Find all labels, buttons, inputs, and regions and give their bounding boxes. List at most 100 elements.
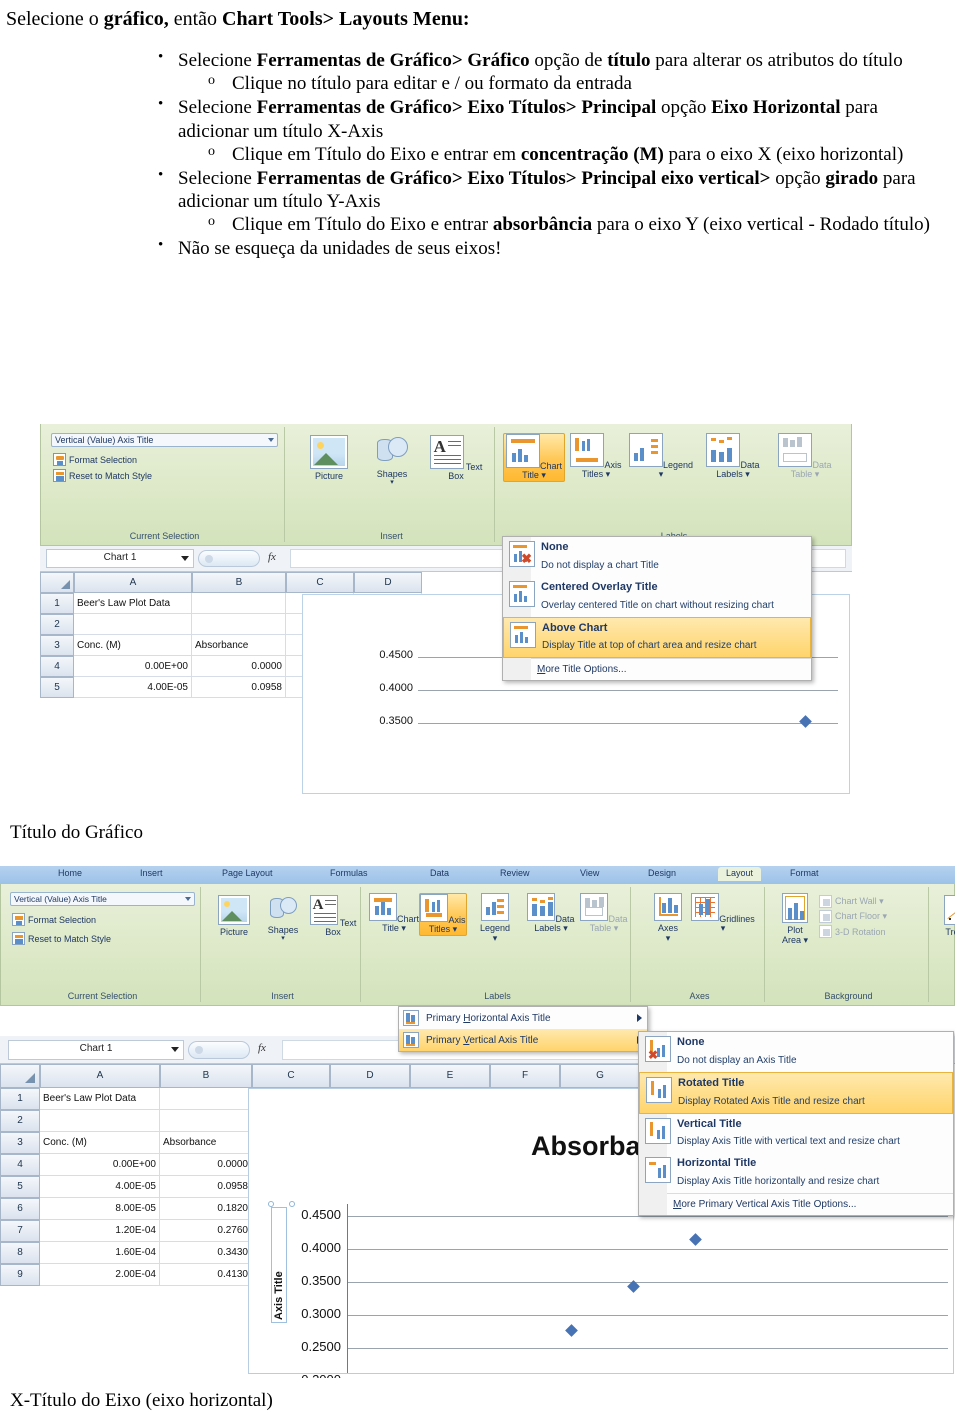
menu-item-vertical-title[interactable]: Vertical Title Display Axis Title with ve… bbox=[639, 1114, 953, 1154]
row-header-9[interactable]: 9 bbox=[0, 1264, 40, 1286]
column-header-c[interactable]: C bbox=[252, 1064, 330, 1088]
vertical-axis-title[interactable]: Axis Title bbox=[271, 1207, 287, 1323]
cell-B1[interactable] bbox=[160, 1088, 252, 1110]
ribbon-button-legend[interactable]: Legend ▾ bbox=[627, 433, 695, 480]
cell-A5[interactable]: 4.00E-05 bbox=[40, 1176, 160, 1198]
cell-A5[interactable]: 4.00E-05 bbox=[74, 677, 192, 698]
menu-item-rotated-title[interactable]: Rotated Title Display Rotated Axis Title … bbox=[639, 1071, 953, 1114]
menu-item-horizontal-title[interactable]: Horizontal Title Display Axis Title horiz… bbox=[639, 1153, 953, 1193]
cell-B5[interactable]: 0.0958 bbox=[192, 677, 286, 698]
resize-handle[interactable] bbox=[268, 1201, 274, 1207]
column-header-c[interactable]: C bbox=[286, 572, 354, 593]
row-header-1[interactable]: 1 bbox=[0, 1088, 40, 1110]
ribbon-button-gridlines[interactable]: Gridlines ▾ bbox=[691, 893, 755, 934]
row-header-7[interactable]: 7 bbox=[0, 1220, 40, 1242]
ribbon-button-axis-titles[interactable]: Axis Titles ▾ bbox=[565, 433, 627, 480]
row-header-4[interactable]: 4 bbox=[40, 656, 74, 677]
more-vertical-axis-title-options-item[interactable]: More Primary Vertical Axis Title Options… bbox=[639, 1194, 953, 1215]
menu-item-centered-overlay-title[interactable]: Centered Overlay Title Overlay centered T… bbox=[503, 577, 811, 617]
insert-picture-button-1[interactable]: Picture bbox=[297, 435, 361, 482]
insert-text-box-button-2[interactable]: A Text Box bbox=[309, 895, 357, 938]
select-all-corner-2[interactable] bbox=[0, 1064, 40, 1088]
select-all-corner-1[interactable] bbox=[40, 572, 74, 593]
more-title-options-item[interactable]: More Title Options... bbox=[503, 659, 811, 681]
name-box-1[interactable]: Chart 1 bbox=[46, 549, 194, 568]
cell-A3[interactable]: Conc. (M) bbox=[74, 635, 192, 656]
column-header-b[interactable]: B bbox=[192, 572, 286, 593]
reset-to-match-style-button-2[interactable]: Reset to Match Style bbox=[12, 932, 200, 945]
column-header-b[interactable]: B bbox=[160, 1064, 252, 1088]
ribbon-button-axes[interactable]: Axes ▾ bbox=[645, 893, 691, 943]
column-header-g[interactable]: G bbox=[560, 1064, 640, 1088]
ribbon-tab-insert[interactable]: Insert bbox=[140, 868, 163, 878]
ribbon-button-legend[interactable]: Legend ▾ bbox=[467, 893, 523, 943]
cell-B7[interactable]: 0.2760 bbox=[160, 1220, 252, 1242]
ribbon-tab-layout[interactable]: Layout bbox=[718, 867, 762, 881]
formula-bar-buttons-2[interactable] bbox=[188, 1041, 250, 1059]
cell-B2[interactable] bbox=[160, 1110, 252, 1132]
cell-A1[interactable]: Beer's Law Plot Data bbox=[40, 1088, 160, 1110]
cell-A9[interactable]: 2.00E-04 bbox=[40, 1264, 160, 1286]
format-selection-button-1[interactable]: Format Selection bbox=[53, 453, 284, 466]
cell-A4[interactable]: 0.00E+00 bbox=[74, 656, 192, 677]
trendline-button[interactable]: Trendli ▾ bbox=[935, 895, 955, 945]
cell-B6[interactable]: 0.1820 bbox=[160, 1198, 252, 1220]
insert-picture-button-2[interactable]: Picture bbox=[209, 895, 259, 938]
cell-B2[interactable] bbox=[192, 614, 286, 635]
ribbon-tab-data[interactable]: Data bbox=[430, 868, 449, 878]
ribbon-button-data-labels[interactable]: Data Labels ▾ bbox=[523, 893, 579, 934]
column-header-d[interactable]: D bbox=[330, 1064, 410, 1088]
vertical-axis-title-flyout-menu[interactable]: ✖ None Do not display an Axis Title Rotated… bbox=[638, 1031, 954, 1216]
ribbon-tab-home[interactable]: Home bbox=[58, 868, 82, 878]
ribbon-button-3-d-rotation[interactable]: 3-D Rotation bbox=[819, 925, 887, 938]
ribbon-button-axis-titles[interactable]: Axis Titles ▾ bbox=[419, 893, 467, 936]
resize-handle[interactable] bbox=[289, 1201, 295, 1207]
ribbon-tab-format[interactable]: Format bbox=[790, 868, 819, 878]
submenu-item-primary-vertical-axis-title[interactable]: Primary Vertical Axis Title bbox=[399, 1029, 647, 1051]
cell-A2[interactable] bbox=[40, 1110, 160, 1132]
row-header-5[interactable]: 5 bbox=[40, 677, 74, 698]
cell-B3[interactable]: Absorbance bbox=[160, 1132, 252, 1154]
row-header-6[interactable]: 6 bbox=[0, 1198, 40, 1220]
ribbon-button-data-table[interactable]: Data Table ▾ bbox=[771, 433, 839, 480]
ribbon-button-chart-wall[interactable]: Chart Wall ▾ bbox=[819, 895, 887, 908]
row-header-4[interactable]: 4 bbox=[0, 1154, 40, 1176]
format-selection-button-2[interactable]: Format Selection bbox=[12, 913, 200, 926]
row-header-8[interactable]: 8 bbox=[0, 1242, 40, 1264]
menu-item-above-chart[interactable]: Above Chart Display Title at top of chart… bbox=[503, 616, 811, 659]
cell-B3[interactable]: Absorbance bbox=[192, 635, 286, 656]
chart-title-dropdown-menu[interactable]: ✖ None Do not display a chart Title Centere… bbox=[502, 536, 812, 682]
fx-icon[interactable]: fx bbox=[268, 551, 276, 563]
row-header-1[interactable]: 1 bbox=[40, 593, 74, 614]
cell-B8[interactable]: 0.3430 bbox=[160, 1242, 252, 1264]
cell-B4[interactable]: 0.0000 bbox=[160, 1154, 252, 1176]
chart-element-selector-2[interactable]: Vertical (Value) Axis Title bbox=[10, 892, 195, 906]
cell-A4[interactable]: 0.00E+00 bbox=[40, 1154, 160, 1176]
cell-A1[interactable]: Beer's Law Plot Data bbox=[74, 593, 192, 614]
cell-A8[interactable]: 1.60E-04 bbox=[40, 1242, 160, 1264]
row-header-3[interactable]: 3 bbox=[40, 635, 74, 656]
insert-shapes-button-1[interactable]: Shapes ▾ bbox=[359, 435, 425, 487]
ribbon-button-chart-title[interactable]: Chart Title ▾ bbox=[369, 893, 419, 934]
reset-to-match-style-button-1[interactable]: Reset to Match Style bbox=[53, 469, 284, 482]
ribbon-button-data-labels[interactable]: Data Labels ▾ bbox=[695, 433, 771, 480]
cell-A6[interactable]: 8.00E-05 bbox=[40, 1198, 160, 1220]
cell-B1[interactable] bbox=[192, 593, 286, 614]
fx-icon[interactable]: fx bbox=[258, 1042, 266, 1054]
ribbon-tab-view[interactable]: View bbox=[580, 868, 599, 878]
ribbon-tab-design[interactable]: Design bbox=[648, 868, 676, 878]
ribbon-button-chart-floor[interactable]: Chart Floor ▾ bbox=[819, 910, 887, 923]
column-header-a[interactable]: A bbox=[74, 572, 192, 593]
ribbon-tab-page-layout[interactable]: Page Layout bbox=[222, 868, 273, 878]
row-header-5[interactable]: 5 bbox=[0, 1176, 40, 1198]
chart-element-selector-1[interactable]: Vertical (Value) Axis Title bbox=[51, 433, 278, 447]
plot-area-button[interactable]: Plot Area ▾ bbox=[773, 893, 817, 945]
cell-A3[interactable]: Conc. (M) bbox=[40, 1132, 160, 1154]
submenu-item-primary-horizontal-axis-title[interactable]: Primary Horizontal Axis Title bbox=[399, 1007, 647, 1029]
name-box-2[interactable]: Chart 1 bbox=[8, 1040, 184, 1060]
column-header-a[interactable]: A bbox=[40, 1064, 160, 1088]
ribbon-button-data-table[interactable]: Data Table ▾ bbox=[579, 893, 629, 934]
cell-B5[interactable]: 0.0958 bbox=[160, 1176, 252, 1198]
menu-item-none[interactable]: ✖ None Do not display an Axis Title bbox=[639, 1032, 953, 1072]
menu-item-none[interactable]: ✖ None Do not display a chart Title bbox=[503, 537, 811, 577]
